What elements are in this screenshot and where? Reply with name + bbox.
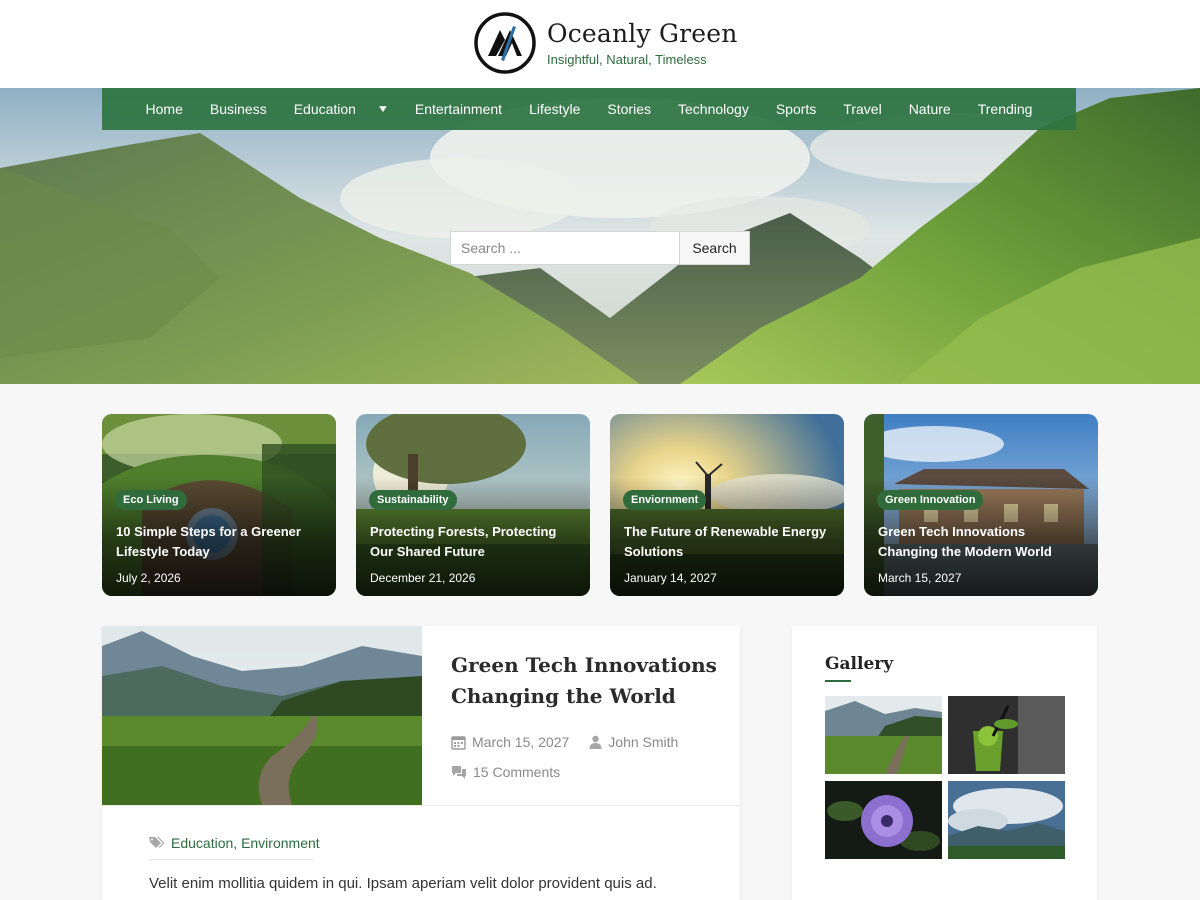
site-header: Oceanly Green Insightful, Natural, Timel… <box>0 0 1200 88</box>
post-comments-count: 15 Comments <box>473 764 561 780</box>
card-date: March 15, 2027 <box>878 571 962 585</box>
nav-item-sports[interactable]: Sports <box>762 101 829 117</box>
featured-post-title[interactable]: Green Tech Innovations Changing the Worl… <box>451 650 721 712</box>
chevron-down-icon[interactable]: ▼ <box>376 104 389 115</box>
post-author-name: John Smith <box>608 734 679 750</box>
category-badge[interactable]: Sustainability <box>369 490 457 510</box>
user-icon <box>589 735 602 749</box>
tag-link-education[interactable]: Education <box>171 835 233 851</box>
tag-separator: , <box>233 835 238 851</box>
post-tags: Education, Environment <box>149 835 320 851</box>
divider <box>102 805 740 806</box>
divider <box>149 859 313 860</box>
nav-item-home[interactable]: Home <box>132 101 196 117</box>
search-form: Search <box>450 231 750 265</box>
gallery-thumb-green-cocktail[interactable] <box>948 696 1065 774</box>
featured-post: Green Tech Innovations Changing the Worl… <box>102 626 740 900</box>
nav-item-trending[interactable]: Trending <box>964 101 1046 117</box>
category-badge[interactable]: Enviornment <box>623 490 707 510</box>
gallery-thumb-purple-flower[interactable] <box>825 781 942 859</box>
tag-link-environment[interactable]: Environment <box>241 835 320 851</box>
nav-item-travel[interactable]: Travel <box>830 101 895 117</box>
site-branding[interactable]: Oceanly Green Insightful, Natural, Timel… <box>474 12 738 74</box>
post-comments[interactable]: 15 Comments <box>451 764 721 780</box>
search-button[interactable]: Search <box>680 231 750 265</box>
post-author[interactable]: John Smith <box>589 734 678 750</box>
card-date: January 14, 2027 <box>624 571 717 585</box>
widget-title: Gallery <box>825 654 894 674</box>
card-title[interactable]: Protecting Forests, Protecting Our Share… <box>370 522 580 562</box>
site-tagline: Insightful, Natural, Timeless <box>547 52 707 67</box>
tags-icon <box>149 837 165 848</box>
nav-item-stories[interactable]: Stories <box>594 101 665 117</box>
triangle-monogram-icon[interactable] <box>474 12 536 74</box>
featured-post-image[interactable] <box>102 626 422 805</box>
card-date: December 21, 2026 <box>370 571 476 585</box>
post-card[interactable]: Enviornment The Future of Renewable Ener… <box>610 414 844 596</box>
category-badge[interactable]: Green Innovation <box>877 490 984 510</box>
card-date: July 2, 2026 <box>116 571 181 585</box>
post-date[interactable]: March 15, 2027 <box>451 734 569 750</box>
category-badge[interactable]: Eco Living <box>115 490 187 510</box>
post-date-text: March 15, 2027 <box>472 734 570 750</box>
card-title[interactable]: The Future of Renewable Energy Solutions <box>624 522 834 562</box>
comments-icon <box>452 765 466 779</box>
calendar-icon <box>451 735 466 750</box>
card-title[interactable]: Green Tech Innovations Changing the Mode… <box>878 522 1088 562</box>
title-underline <box>825 680 851 682</box>
gallery-thumb-valley-path[interactable] <box>825 696 942 774</box>
nav-item-label: Education <box>293 101 356 117</box>
site-title[interactable]: Oceanly Green <box>547 19 738 49</box>
main-navigation: Home Business Education ▼ Entertainment … <box>102 88 1076 130</box>
gallery-thumb-mountain-clouds[interactable] <box>948 781 1065 859</box>
nav-item-lifestyle[interactable]: Lifestyle <box>516 101 594 117</box>
nav-item-education[interactable]: Education ▼ <box>280 101 401 117</box>
nav-item-entertainment[interactable]: Entertainment <box>401 101 515 117</box>
nav-item-nature[interactable]: Nature <box>895 101 964 117</box>
gallery-widget: Gallery <box>792 626 1097 900</box>
post-card[interactable]: Eco Living 10 Simple Steps for a Greener… <box>102 414 336 596</box>
nav-item-business[interactable]: Business <box>196 101 280 117</box>
post-card[interactable]: Green Innovation Green Tech Innovations … <box>864 414 1098 596</box>
card-title[interactable]: 10 Simple Steps for a Greener Lifestyle … <box>116 522 326 562</box>
nav-item-technology[interactable]: Technology <box>665 101 763 117</box>
post-card[interactable]: Sustainability Protecting Forests, Prote… <box>356 414 590 596</box>
post-excerpt: Velit enim mollitia quidem in qui. Ipsam… <box>149 875 657 892</box>
search-input[interactable] <box>450 231 680 265</box>
